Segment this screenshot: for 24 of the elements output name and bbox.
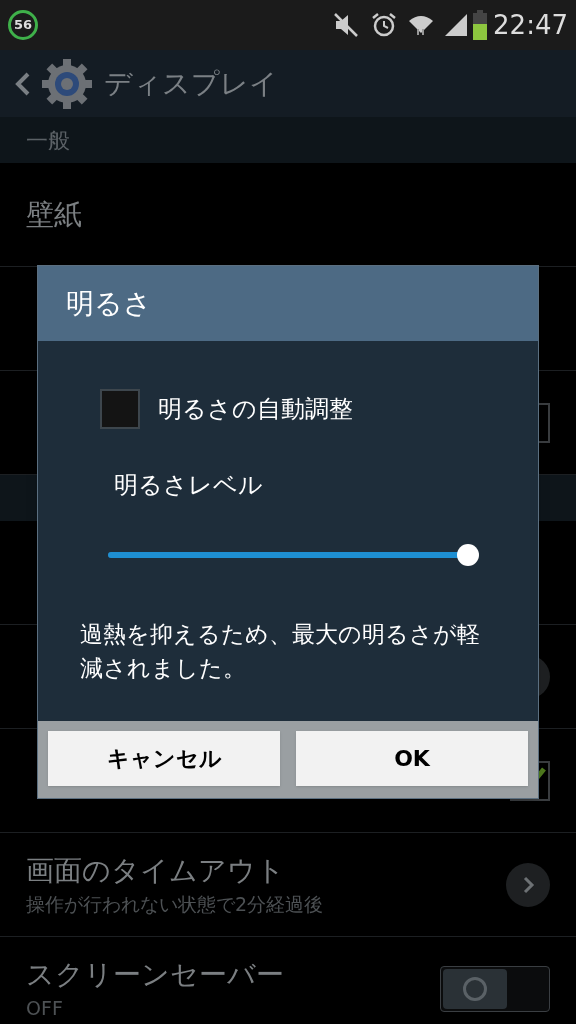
signal-icon [443,12,470,38]
setting-title: 壁紙 [26,196,83,233]
gear-icon [40,56,94,111]
slider-thumb[interactable] [457,544,479,566]
dialog-message: 過熱を抑えるため、最大の明るさが軽減されました。 [80,620,481,683]
dialog-title: 明るさ [66,285,152,322]
setting-title: 画面のタイムアウト [26,852,286,889]
level-label: 明るさレベル [114,470,264,501]
toggle-switch[interactable] [440,965,550,1012]
chevron-right-icon[interactable] [506,862,550,907]
setting-title: スクリーンセーバー [26,956,285,993]
battery-icon [473,10,488,40]
clock-time: 22:47 [493,8,568,42]
ok-button[interactable]: OK [296,731,528,786]
setting-subtitle: 操作が行われない状態で2分経過後 [26,891,325,917]
alarm-icon [371,12,398,38]
screen-title: ディスプレイ [104,65,278,102]
setting-subtitle: OFF [26,995,64,1021]
section-title: 一般 [26,126,70,155]
checkbox[interactable] [100,389,140,429]
mute-icon [333,12,360,38]
badge-text: 56 [13,16,33,35]
checkbox-label: 明るさの自動調整 [158,394,353,425]
cancel-button[interactable]: キャンセル [48,731,280,786]
